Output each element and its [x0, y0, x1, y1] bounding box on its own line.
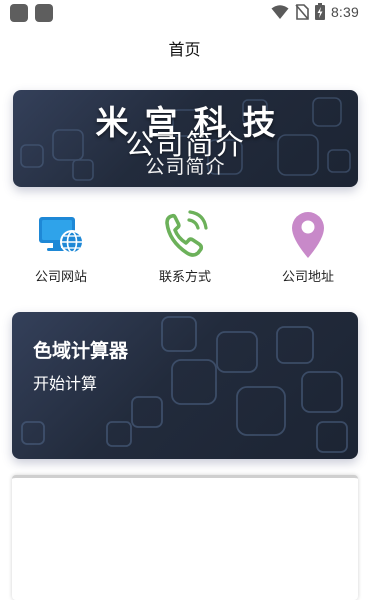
- notification-icon: [10, 4, 28, 22]
- app-header: 首页: [0, 26, 369, 72]
- quick-link-label: 联系方式: [158, 270, 211, 285]
- company-intro-banner[interactable]: 米宫科技 公司简介 公司简介: [13, 90, 358, 187]
- phone-icon: [165, 210, 208, 257]
- gamut-calculator-card[interactable]: 色域计算器 开始计算: [12, 312, 358, 459]
- notification-icon: [35, 4, 53, 22]
- calculator-title: 色域计算器: [33, 340, 129, 362]
- quick-link-contact[interactable]: 联系方式: [135, 204, 235, 285]
- content-card: [12, 475, 358, 600]
- quick-link-label: 公司地址: [281, 270, 334, 285]
- banner-subheading: 公司简介: [145, 156, 226, 178]
- clock: 8:39: [330, 3, 359, 20]
- quick-link-website[interactable]: 公司网站: [11, 204, 111, 285]
- location-pin-icon: [292, 212, 324, 258]
- wifi-icon: [271, 4, 289, 19]
- quick-link-address[interactable]: 公司地址: [258, 204, 358, 285]
- page-title: 首页: [168, 40, 201, 59]
- quick-link-label: 公司网站: [34, 270, 87, 285]
- computer-globe-icon: [39, 217, 84, 254]
- status-bar: 8:39: [0, 0, 369, 26]
- start-calculation-link[interactable]: 开始计算: [33, 370, 97, 394]
- battery-charging-icon: [314, 3, 325, 20]
- quick-links: 公司网站 联系方式 公司地址: [0, 204, 369, 290]
- no-sim-icon: [295, 3, 309, 20]
